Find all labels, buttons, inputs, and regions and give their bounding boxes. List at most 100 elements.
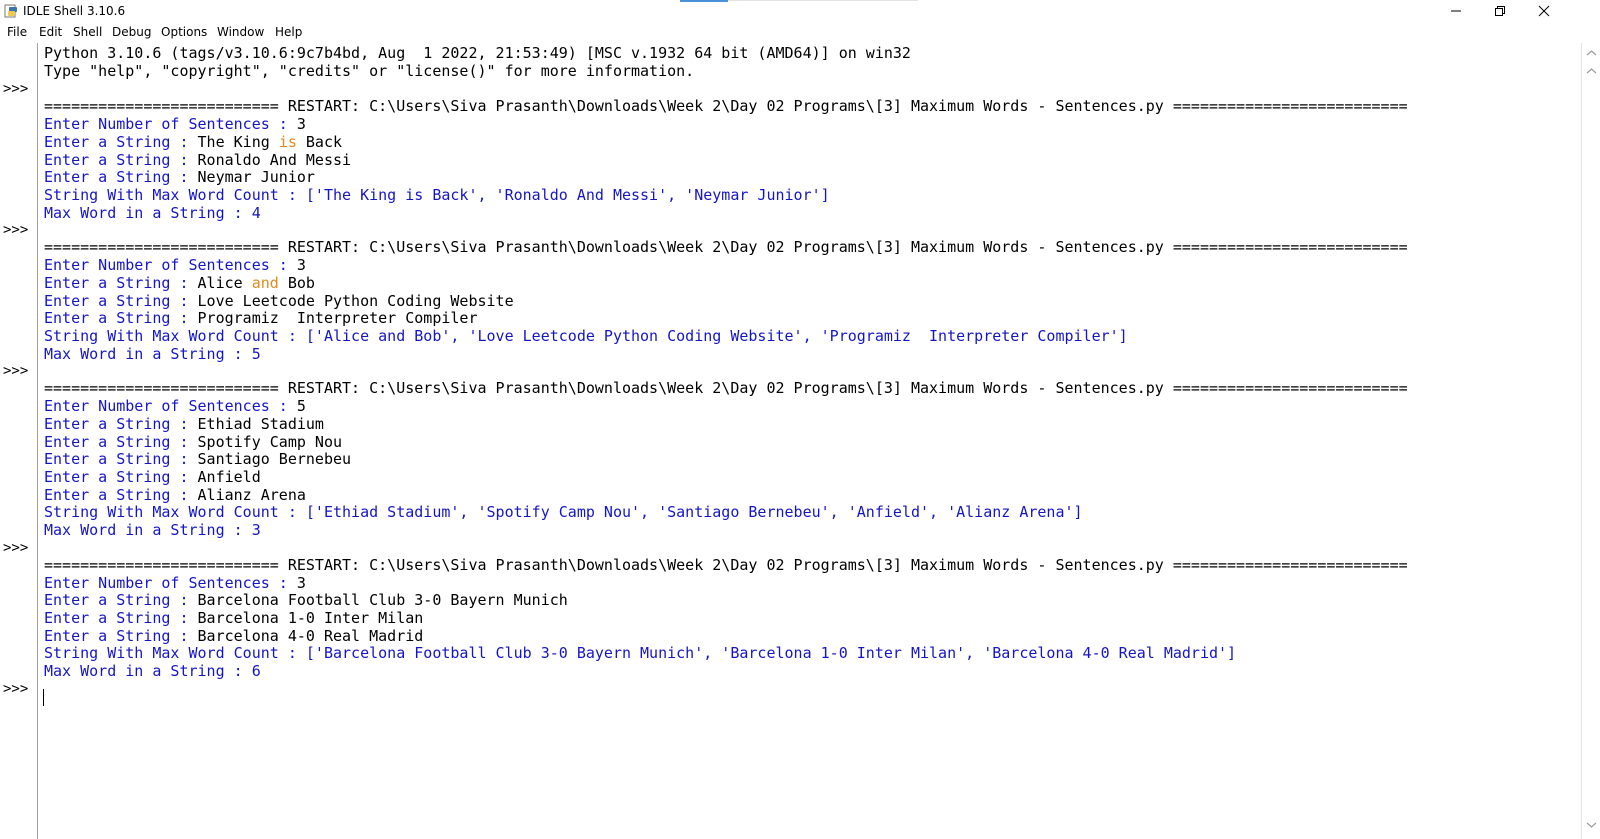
input-line: Enter a String : The King is Back <box>44 133 342 151</box>
input-text: Bob <box>278 274 315 292</box>
output-text: Enter a String : <box>44 468 198 486</box>
input-text: Santiago Bernebeu <box>197 450 352 468</box>
restore-icon <box>1495 6 1505 16</box>
menu-window[interactable]: Window <box>217 25 264 39</box>
output-text: Enter a String : <box>44 415 198 433</box>
result-line: String With Max Word Count : ['Barcelona… <box>44 644 1237 662</box>
input-text: Barcelona 4-0 Real Madrid <box>197 627 424 645</box>
max-word-line: Max Word in a String : 4 <box>44 204 261 222</box>
restart-line: ========================== RESTART: C:\U… <box>44 97 1408 115</box>
minimize-icon <box>1451 10 1461 12</box>
close-icon <box>1538 5 1550 17</box>
input-text: 3 <box>296 574 306 592</box>
menu-help[interactable]: Help <box>275 25 302 39</box>
input-text: Alianz Arena <box>197 486 306 504</box>
input-line: Enter a String : Barcelona 4-0 Real Madr… <box>44 627 423 645</box>
restart-line: ========================== RESTART: C:\U… <box>44 379 1408 397</box>
output-text: Enter a String : <box>44 433 198 451</box>
input-line: Enter a String : Barcelona 1-0 Inter Mil… <box>44 609 423 627</box>
shell-text-area[interactable]: Python 3.10.6 (tags/v3.10.6:9c7b4bd, Aug… <box>38 43 1581 839</box>
taskbar-accent-line <box>728 0 918 1</box>
input-line: Enter a String : Anfield <box>44 468 261 486</box>
output-text: Enter Number of Sentences : <box>44 115 297 133</box>
scroll-up-icon[interactable] <box>1586 67 1597 75</box>
input-line: Enter a String : Alice and Bob <box>44 274 315 292</box>
input-line: Enter a String : Alianz Arena <box>44 486 306 504</box>
restore-button[interactable] <box>1478 0 1522 22</box>
input-text: Ethiad Stadium <box>197 415 324 433</box>
input-line: Enter a String : Neymar Junior <box>44 168 315 186</box>
input-line: Enter Number of Sentences : 3 <box>44 115 306 133</box>
input-line: Enter a String : Barcelona Football Club… <box>44 591 568 609</box>
window-title: IDLE Shell 3.10.6 <box>23 4 126 18</box>
input-text: Ronaldo And Messi <box>197 151 352 169</box>
keyword-text: and <box>251 274 279 292</box>
input-text: The King <box>197 133 279 151</box>
shell-prompt: >>> <box>3 81 29 97</box>
restart-line: ========================== RESTART: C:\U… <box>44 556 1408 574</box>
output-text: Enter a String : <box>44 450 198 468</box>
input-line: Enter Number of Sentences : 3 <box>44 574 306 592</box>
input-text: 3 <box>296 256 306 274</box>
shell-prompt: >>> <box>3 681 29 697</box>
input-text: 5 <box>296 397 306 415</box>
menu-options[interactable]: Options <box>161 25 207 39</box>
menu-bar: File Edit Shell Debug Options Window Hel… <box>0 22 1600 42</box>
output-text: Enter Number of Sentences : <box>44 574 297 592</box>
input-text: Programiz Interpreter Compiler <box>197 309 478 327</box>
max-word-line: Max Word in a String : 6 <box>44 662 261 680</box>
output-text: Enter a String : <box>44 309 198 327</box>
menu-debug[interactable]: Debug <box>112 25 151 39</box>
input-line: Enter a String : Ronaldo And Messi <box>44 151 351 169</box>
menu-edit[interactable]: Edit <box>39 25 62 39</box>
input-text: Love Leetcode Python Coding Website <box>197 292 514 310</box>
output-text: Enter Number of Sentences : <box>44 256 297 274</box>
input-line: Enter a String : Santiago Bernebeu <box>44 450 351 468</box>
keyword-text: is <box>278 133 297 151</box>
result-line: String With Max Word Count : ['Alice and… <box>44 327 1128 345</box>
banner-line: Type "help", "copyright", "credits" or "… <box>44 62 695 80</box>
title-bar: IDLE Shell 3.10.6 <box>0 0 1600 22</box>
input-line: Enter a String : Spotify Camp Nou <box>44 433 342 451</box>
input-text: Neymar Junior <box>197 168 315 186</box>
output-text: Enter Number of Sentences : <box>44 397 297 415</box>
input-text: Back <box>296 133 343 151</box>
shell-prompt: >>> <box>3 222 29 238</box>
menu-shell[interactable]: Shell <box>73 25 102 39</box>
input-line: Enter a String : Ethiad Stadium <box>44 415 324 433</box>
close-button[interactable] <box>1522 0 1566 22</box>
restart-line: ========================== RESTART: C:\U… <box>44 238 1408 256</box>
banner-line: Python 3.10.6 (tags/v3.10.6:9c7b4bd, Aug… <box>44 44 911 62</box>
input-line: Enter a String : Programiz Interpreter C… <box>44 309 478 327</box>
output-text: Enter a String : <box>44 627 198 645</box>
taskbar-accent <box>680 0 728 2</box>
output-text: Enter a String : <box>44 168 198 186</box>
vertical-scrollbar[interactable] <box>1581 43 1600 839</box>
input-line: Enter a String : Love Leetcode Python Co… <box>44 292 514 310</box>
input-line: Enter Number of Sentences : 3 <box>44 256 306 274</box>
scroll-up-icon[interactable] <box>1586 49 1597 57</box>
output-text: Enter a String : <box>44 151 198 169</box>
minimize-button[interactable] <box>1434 0 1478 22</box>
output-text: Enter a String : <box>44 591 198 609</box>
output-text: Enter a String : <box>44 486 198 504</box>
python-idle-icon <box>4 4 17 18</box>
scroll-down-icon[interactable] <box>1586 821 1597 829</box>
output-text: Enter a String : <box>44 133 198 151</box>
input-text: Alice <box>197 274 252 292</box>
output-text: Enter a String : <box>44 609 198 627</box>
text-cursor <box>43 689 44 706</box>
max-word-line: Max Word in a String : 3 <box>44 521 261 539</box>
prompt-gutter: >>> >>> >>> >>> >>> <box>0 43 38 839</box>
input-text: 3 <box>296 115 306 133</box>
result-line: String With Max Word Count : ['The King … <box>44 186 830 204</box>
shell-prompt: >>> <box>3 540 29 556</box>
input-text: Anfield <box>197 468 261 486</box>
input-text: Barcelona 1-0 Inter Milan <box>197 609 424 627</box>
input-text: Barcelona Football Club 3-0 Bayern Munic… <box>197 591 568 609</box>
menu-file[interactable]: File <box>7 25 27 39</box>
shell-prompt: >>> <box>3 363 29 379</box>
result-line: String With Max Word Count : ['Ethiad St… <box>44 503 1083 521</box>
input-text: Spotify Camp Nou <box>197 433 343 451</box>
output-text: Enter a String : <box>44 292 198 310</box>
